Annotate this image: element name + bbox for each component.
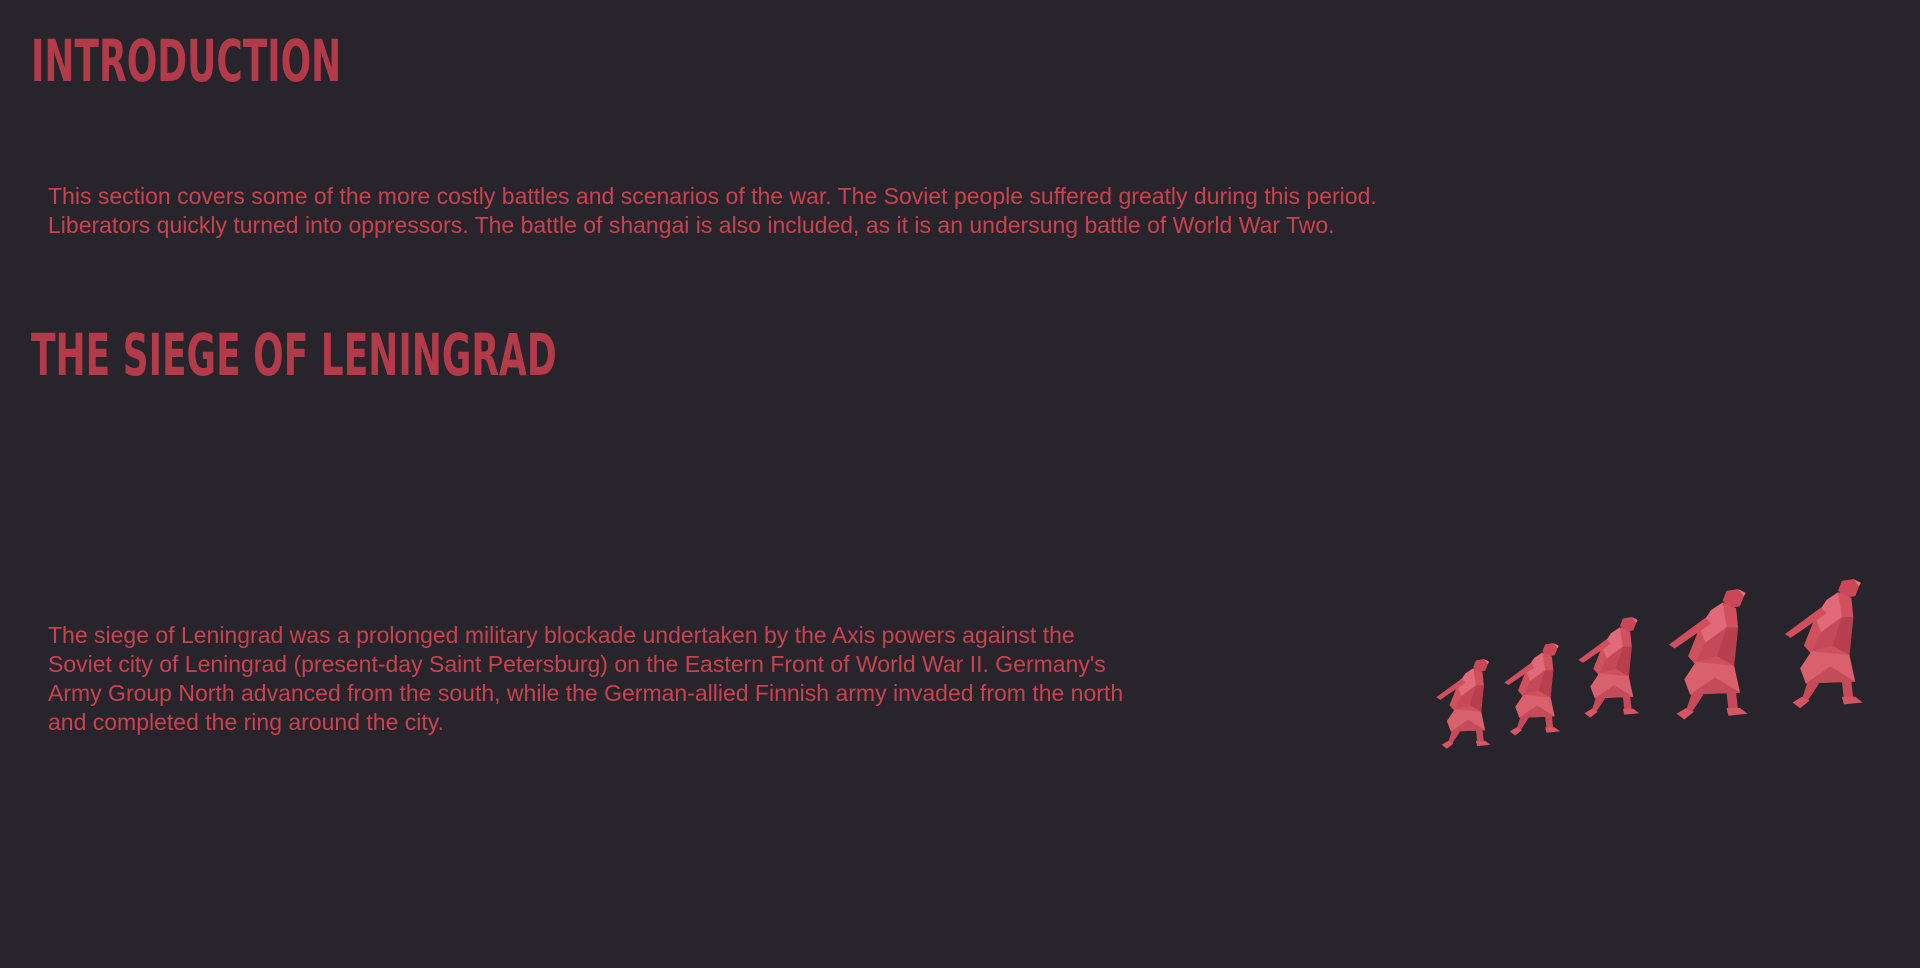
siege-heading: THE SIEGE OF LENINGRAD xyxy=(31,321,557,389)
soldier-figure xyxy=(1504,643,1561,736)
introduction-line: Liberators quickly turned into oppressor… xyxy=(48,212,1335,238)
siege-line: Soviet city of Leningrad (present-day Sa… xyxy=(48,651,1106,677)
introduction-paragraph: This section covers some of the more cos… xyxy=(48,182,1748,240)
soldier-figure xyxy=(1436,659,1491,749)
introduction-heading: INTRODUCTION xyxy=(31,27,342,95)
soldier-figure xyxy=(1578,617,1640,718)
siege-line: The siege of Leningrad was a prolonged m… xyxy=(48,622,1075,648)
siege-line: Army Group North advanced from the south… xyxy=(48,680,1124,706)
soldier-figure xyxy=(1784,579,1863,709)
siege-line: and completed the ring around the city. xyxy=(48,709,444,735)
siege-paragraph: The siege of Leningrad was a prolonged m… xyxy=(48,621,1408,737)
introduction-line: This section covers some of the more cos… xyxy=(48,183,1377,209)
marching-soldiers-icon xyxy=(1436,579,1863,749)
soldier-figure xyxy=(1668,589,1748,720)
